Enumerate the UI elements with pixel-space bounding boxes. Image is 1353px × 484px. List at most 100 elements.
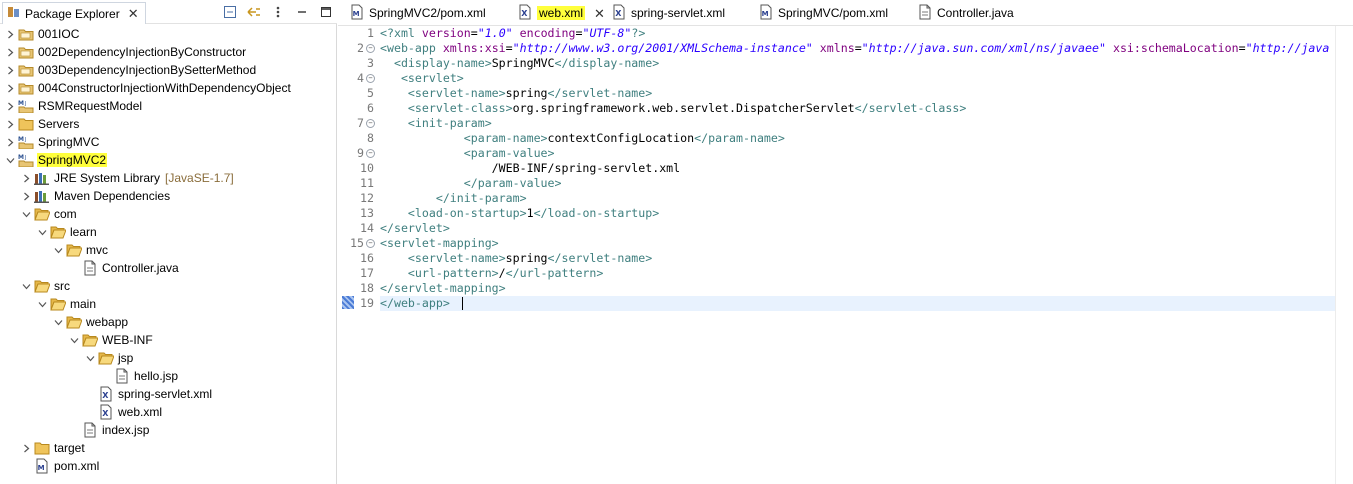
code-line[interactable]: </init-param> — [380, 191, 527, 206]
tree-item[interactable]: JRE System Library [JavaSE-1.7] — [20, 169, 234, 187]
tree-item[interactable]: main — [36, 295, 97, 313]
code-line[interactable]: </param-value> — [380, 176, 562, 191]
chevron-right-icon[interactable] — [20, 187, 32, 205]
code-line[interactable]: <web-app xmlns:xsi="http://www.w3.org/20… — [380, 41, 1329, 56]
tree-item[interactable]: mvc — [52, 241, 109, 259]
chevron-down-icon[interactable] — [68, 331, 80, 349]
code-lines[interactable]: <?xml version="1.0" encoding="UTF-8"?> <w… — [380, 26, 1335, 484]
code-token: <servlet-name> — [407, 86, 506, 100]
close-icon[interactable]: ✕ — [594, 7, 605, 20]
tree-item[interactable]: Xspring-servlet.xml — [84, 385, 213, 403]
code-token: </servlet-name> — [547, 251, 653, 265]
editor-tab[interactable]: M SpringMVC2/pom.xml — [346, 2, 490, 24]
code-token: <display-name> — [393, 56, 492, 70]
code-line[interactable]: <display-name>SpringMVC</display-name> — [380, 56, 659, 71]
tree-item[interactable]: Controller.java — [68, 259, 180, 277]
tree-item-label: WEB-INF — [102, 333, 153, 347]
code-line[interactable]: <load-on-startup>1</load-on-startup> — [380, 206, 659, 221]
chevron-right-icon[interactable] — [4, 79, 16, 97]
folder-open-icon — [50, 296, 66, 312]
tree-item[interactable]: hello.jsp — [100, 367, 179, 385]
chevron-right-icon[interactable] — [4, 43, 16, 61]
chevron-down-icon[interactable] — [36, 223, 48, 241]
tree-item[interactable]: index.jsp — [68, 421, 150, 439]
tree-item[interactable]: M J SpringMVC2 — [4, 151, 108, 169]
fold-toggle-icon[interactable]: − — [366, 44, 375, 53]
code-line[interactable]: </servlet-mapping> — [380, 281, 506, 296]
tree-item-label: main — [70, 297, 97, 311]
tree-item[interactable]: Xweb.xml — [84, 403, 163, 421]
tree-item-label: learn — [70, 225, 97, 239]
tree-item[interactable]: WEB-INF — [68, 331, 154, 349]
view-menu-icon[interactable] — [270, 4, 286, 20]
editor-tab[interactable]: Xweb.xml ✕ — [514, 2, 609, 24]
tree-item[interactable]: src — [20, 277, 71, 295]
editor-tab[interactable]: M SpringMVC/pom.xml — [755, 2, 892, 24]
fold-toggle-icon[interactable]: − — [366, 119, 375, 128]
maven-file-icon: M — [350, 4, 364, 23]
vertical-scrollbar[interactable] — [1335, 26, 1353, 484]
tree-item[interactable]: learn — [36, 223, 98, 241]
code-line[interactable]: <param-value> — [380, 146, 555, 161]
tree-item[interactable]: target — [20, 439, 86, 457]
code-line[interactable]: <servlet-mapping> — [380, 236, 499, 251]
code-line[interactable]: <init-param> — [380, 116, 492, 131]
xml-source-editor[interactable]: 1 2−3 4−5 6 7−8 9−10 11 12 13 14 15−16 17 18 19 <?xml… — [338, 26, 1353, 484]
tree-item[interactable]: jsp — [84, 349, 134, 367]
code-line[interactable]: </servlet> — [380, 221, 450, 236]
fold-toggle-icon[interactable]: − — [366, 239, 375, 248]
minimize-icon[interactable] — [294, 4, 310, 20]
collapse-all-icon[interactable] — [222, 4, 238, 20]
tree-item[interactable]: Maven Dependencies — [20, 187, 171, 205]
maximize-icon[interactable] — [318, 4, 334, 20]
tree-item[interactable]: Servers — [4, 115, 80, 133]
code-line[interactable]: <url-pattern>/</url-pattern> — [380, 266, 603, 281]
close-icon[interactable]: ✕ — [128, 7, 139, 20]
chevron-right-icon[interactable] — [4, 25, 16, 43]
chevron-down-icon[interactable] — [52, 313, 64, 331]
svg-text:J: J — [24, 155, 26, 161]
tree-item[interactable]: M J RSMRequestModel — [4, 97, 143, 115]
chevron-down-icon[interactable] — [20, 205, 32, 223]
chevron-right-icon[interactable] — [4, 97, 16, 115]
tree-item[interactable]: com — [20, 205, 78, 223]
code-line[interactable]: <servlet-class>org.springframework.web.s… — [380, 101, 966, 116]
tree-item[interactable]: Mpom.xml — [20, 457, 100, 475]
code-token: encoding — [519, 26, 576, 40]
tree-item[interactable]: 002DependencyInjectionByConstructor — [4, 43, 247, 61]
svg-text:X: X — [102, 391, 109, 400]
code-line[interactable]: <servlet> — [380, 71, 464, 86]
editor-tab[interactable]: Xspring-servlet.xml — [608, 2, 729, 24]
fold-toggle-icon[interactable]: − — [366, 149, 375, 158]
tree-item[interactable]: webapp — [52, 313, 129, 331]
chevron-down-icon[interactable] — [4, 151, 16, 169]
link-with-editor-icon[interactable] — [246, 4, 262, 20]
line-number: 7 — [357, 116, 364, 130]
code-line[interactable]: </web-app> — [380, 296, 1335, 311]
chevron-right-icon[interactable] — [20, 439, 32, 457]
fold-toggle-icon[interactable]: − — [366, 74, 375, 83]
package-explorer-tab[interactable]: Package Explorer ✕ — [2, 2, 146, 24]
chevron-right-icon[interactable] — [20, 169, 32, 187]
code-line[interactable]: <servlet-name>spring</servlet-name> — [380, 86, 652, 101]
code-line[interactable]: <param-name>contextConfigLocation</param… — [380, 131, 785, 146]
tree-item[interactable]: 004ConstructorInjectionWithDependencyObj… — [4, 79, 292, 97]
chevron-right-icon[interactable] — [4, 133, 16, 151]
chevron-right-icon[interactable] — [4, 61, 16, 79]
tree-item[interactable]: 001IOC — [4, 25, 80, 43]
chevron-down-icon[interactable] — [52, 241, 64, 259]
code-line[interactable]: <servlet-name>spring</servlet-name> — [380, 251, 652, 266]
code-line[interactable]: <?xml version="1.0" encoding="UTF-8"?> — [380, 26, 645, 41]
chevron-down-icon[interactable] — [20, 277, 32, 295]
tree-item[interactable]: M J SpringMVC — [4, 133, 100, 151]
chevron-right-icon[interactable] — [4, 115, 16, 133]
code-line[interactable]: /WEB-INF/spring-servlet.xml — [380, 161, 680, 176]
chevron-down-icon[interactable] — [84, 349, 96, 367]
code-token: </init-param> — [435, 191, 527, 205]
chevron-down-icon[interactable] — [36, 295, 48, 313]
tree-item[interactable]: 003DependencyInjectionBySetterMethod — [4, 61, 257, 79]
editor-tab[interactable]: Controller.java — [914, 2, 1018, 24]
